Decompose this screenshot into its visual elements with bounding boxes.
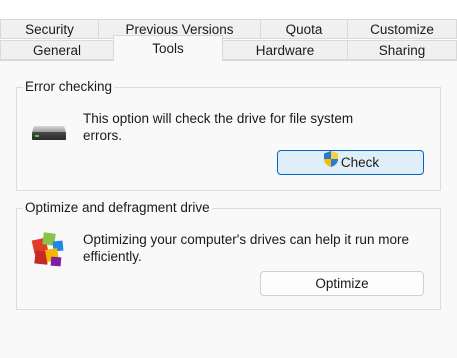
- check-button[interactable]: Check: [277, 150, 424, 175]
- tab-security[interactable]: Security: [0, 19, 99, 39]
- tab-label: Quota: [285, 22, 323, 37]
- uac-shield-icon: [322, 150, 340, 175]
- tab-label: Customize: [370, 22, 434, 37]
- optimize-button[interactable]: Optimize: [260, 271, 424, 296]
- error-checking-description: This option will check the drive for fil…: [83, 111, 354, 143]
- optimize-description: Optimizing your computer's drives can he…: [83, 232, 409, 264]
- tab-customize[interactable]: Customize: [347, 19, 457, 39]
- tab-quota[interactable]: Quota: [260, 19, 348, 39]
- tab-hardware[interactable]: Hardware: [222, 40, 348, 60]
- tab-label: Sharing: [378, 43, 426, 58]
- tab-tools[interactable]: Tools: [113, 35, 223, 61]
- tab-sharing[interactable]: Sharing: [347, 40, 457, 60]
- optimize-group: Optimize and defragment drive Optimizing…: [16, 200, 441, 310]
- tab-label: General: [32, 43, 82, 58]
- tab-label: Hardware: [255, 43, 315, 58]
- optimize-button-label: Optimize: [315, 276, 369, 291]
- optimize-title: Optimize and defragment drive: [23, 200, 212, 216]
- drive-icon: [31, 124, 67, 145]
- error-checking-group: Error checking This option will check th…: [16, 79, 441, 191]
- tab-label: Security: [25, 22, 74, 37]
- tab-general[interactable]: General: [0, 40, 114, 60]
- check-button-label: Check: [340, 155, 380, 171]
- tab-label: Tools: [152, 41, 184, 56]
- error-checking-title: Error checking: [23, 79, 115, 95]
- defragment-icon: [29, 229, 67, 272]
